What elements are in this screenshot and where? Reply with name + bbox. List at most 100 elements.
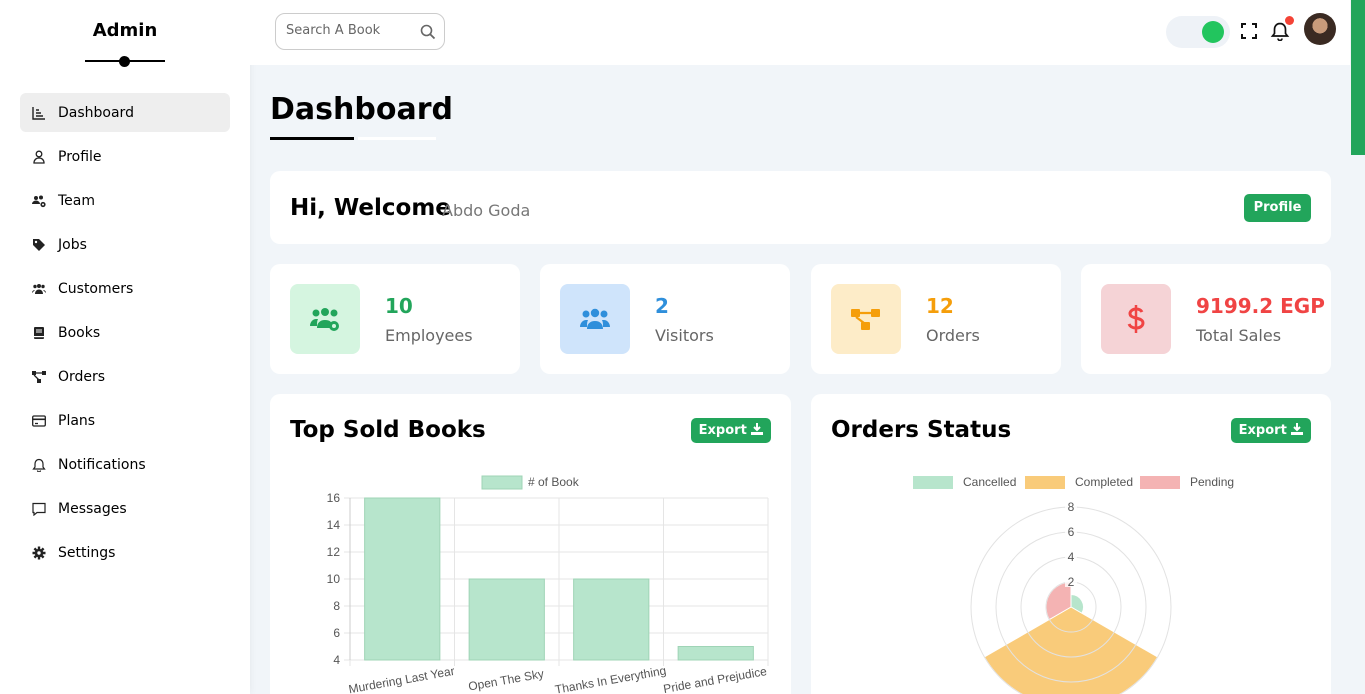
sidebar-item-jobs[interactable]: Jobs — [20, 225, 230, 264]
sidebar-item-label: Notifications — [58, 456, 146, 473]
sidebar-item-label: Customers — [58, 280, 134, 297]
sidebar-item-settings[interactable]: Settings — [20, 533, 230, 572]
notification-badge — [1285, 16, 1294, 25]
sidebar-item-dashboard[interactable]: Dashboard — [20, 93, 230, 132]
sidebar-item-label: Dashboard — [58, 104, 134, 121]
users-icon — [32, 282, 46, 296]
stat-label: Orders — [926, 326, 980, 345]
sidebar-item-notifications[interactable]: Notifications — [20, 445, 230, 484]
stat-value: 10 — [385, 294, 413, 318]
orders-status-panel: Orders Status Export Cancelled Completed P… — [811, 394, 1331, 694]
bar — [364, 497, 441, 661]
legend-label: Pending — [1190, 475, 1234, 489]
stat-label: Employees — [385, 326, 473, 345]
diagram-icon — [32, 370, 46, 384]
stat-icon-box — [560, 284, 630, 354]
page-title: Dashboard — [270, 92, 453, 127]
legend-swatch — [481, 475, 523, 490]
legend-label: # of Book — [528, 475, 580, 489]
bar — [677, 646, 754, 661]
orders-status-polar-chart: Cancelled Completed Pending 8 6 4 2 — [913, 475, 1234, 694]
sidebar-item-customers[interactable]: Customers — [20, 269, 230, 308]
sidebar-item-label: Orders — [58, 368, 106, 385]
welcome-username: Abdo Goda — [442, 201, 531, 220]
search-icon[interactable] — [420, 24, 436, 40]
stat-card-employees: 10 Employees — [270, 264, 520, 374]
user-icon — [32, 150, 46, 164]
x-tick-label: Open The Sky — [467, 667, 545, 694]
legend-label: Completed — [1075, 475, 1133, 489]
chart-icon — [32, 106, 46, 120]
sidebar-item-label: Profile — [58, 148, 102, 165]
brand-dot — [119, 56, 130, 67]
sidebar-item-label: Settings — [58, 544, 116, 561]
legend-swatch — [913, 476, 953, 489]
sidebar: Admin Dashboard Profile Team Jobs Custom… — [0, 0, 250, 694]
sidebar-item-label: Team — [58, 192, 96, 209]
search-box[interactable] — [275, 13, 445, 50]
sidebar-item-messages[interactable]: Messages — [20, 489, 230, 528]
avatar[interactable] — [1304, 13, 1336, 45]
stat-icon-box — [1101, 284, 1171, 354]
sidebar-item-team[interactable]: Team — [20, 181, 230, 220]
stat-icon-box — [831, 284, 901, 354]
sidebar-item-label: Books — [58, 324, 101, 341]
top-books-bar-chart: # of Book 16 14 12 10 8 6 4 Murdering Last Year O… — [327, 475, 769, 694]
gear-icon — [32, 546, 46, 560]
users-icon — [580, 308, 610, 329]
toggle-knob — [1202, 21, 1224, 43]
profile-button[interactable]: Profile — [1244, 194, 1311, 222]
sidebar-item-orders[interactable]: Orders — [20, 357, 230, 396]
x-tick-label: Thanks In Everything — [554, 663, 667, 694]
sidebar-item-label: Jobs — [58, 236, 87, 253]
fullscreen-icon[interactable] — [1240, 22, 1258, 40]
search-input[interactable] — [286, 23, 411, 38]
title-underline-light — [358, 137, 436, 140]
sidebar-item-label: Messages — [58, 500, 127, 517]
sidebar-item-plans[interactable]: Plans — [20, 401, 230, 440]
bell-icon — [32, 458, 46, 472]
legend-swatch — [1025, 476, 1065, 489]
top-header — [250, 0, 1350, 65]
stat-icon-box — [290, 284, 360, 354]
y-tick-label: 8 — [333, 599, 340, 613]
credit-card-icon — [32, 414, 46, 428]
legend-swatch — [1140, 476, 1180, 489]
stat-card-orders: 12 Orders — [811, 264, 1061, 374]
sidebar-item-books[interactable]: Books — [20, 313, 230, 352]
team-icon — [32, 194, 46, 208]
sidebar-item-label: Plans — [58, 412, 96, 429]
stat-label: Visitors — [655, 326, 714, 345]
r-tick-label: 4 — [1068, 550, 1075, 564]
legend-label: Cancelled — [963, 475, 1016, 489]
book-icon — [32, 326, 46, 340]
dollar-icon — [1127, 305, 1145, 333]
theme-toggle[interactable] — [1166, 16, 1230, 48]
x-tick-label: Murdering Last Year — [347, 664, 455, 694]
y-tick-label: 10 — [327, 572, 341, 586]
bar — [468, 578, 545, 661]
scrollbar-track[interactable] — [1351, 155, 1365, 694]
bar — [573, 578, 650, 661]
y-tick-label: 12 — [327, 545, 341, 559]
r-tick-label: 6 — [1068, 525, 1075, 539]
stat-value: 9199.2 EGP — [1196, 294, 1325, 318]
title-underline — [270, 137, 354, 140]
x-tick-label: Pride and Prejudice — [662, 664, 768, 694]
brand-title: Admin — [92, 20, 158, 41]
scrollbar-thumb[interactable] — [1351, 0, 1365, 155]
stat-label: Total Sales — [1196, 326, 1282, 345]
welcome-card: Hi, Welcome Abdo Goda Profile — [270, 171, 1331, 244]
tags-icon — [32, 238, 46, 252]
sidebar-nav: Dashboard Profile Team Jobs Customers Bo… — [20, 93, 230, 577]
stat-card-visitors: 2 Visitors — [540, 264, 790, 374]
y-tick-label: 16 — [327, 491, 341, 505]
y-tick-label: 14 — [327, 518, 341, 532]
sidebar-item-profile[interactable]: Profile — [20, 137, 230, 176]
message-icon — [32, 502, 46, 516]
stat-card-total-sales: 9199.2 EGP Total Sales — [1081, 264, 1331, 374]
y-tick-label: 6 — [333, 626, 340, 640]
stat-value: 12 — [926, 294, 954, 318]
diagram-icon — [851, 309, 880, 330]
r-tick-label: 2 — [1068, 575, 1075, 589]
